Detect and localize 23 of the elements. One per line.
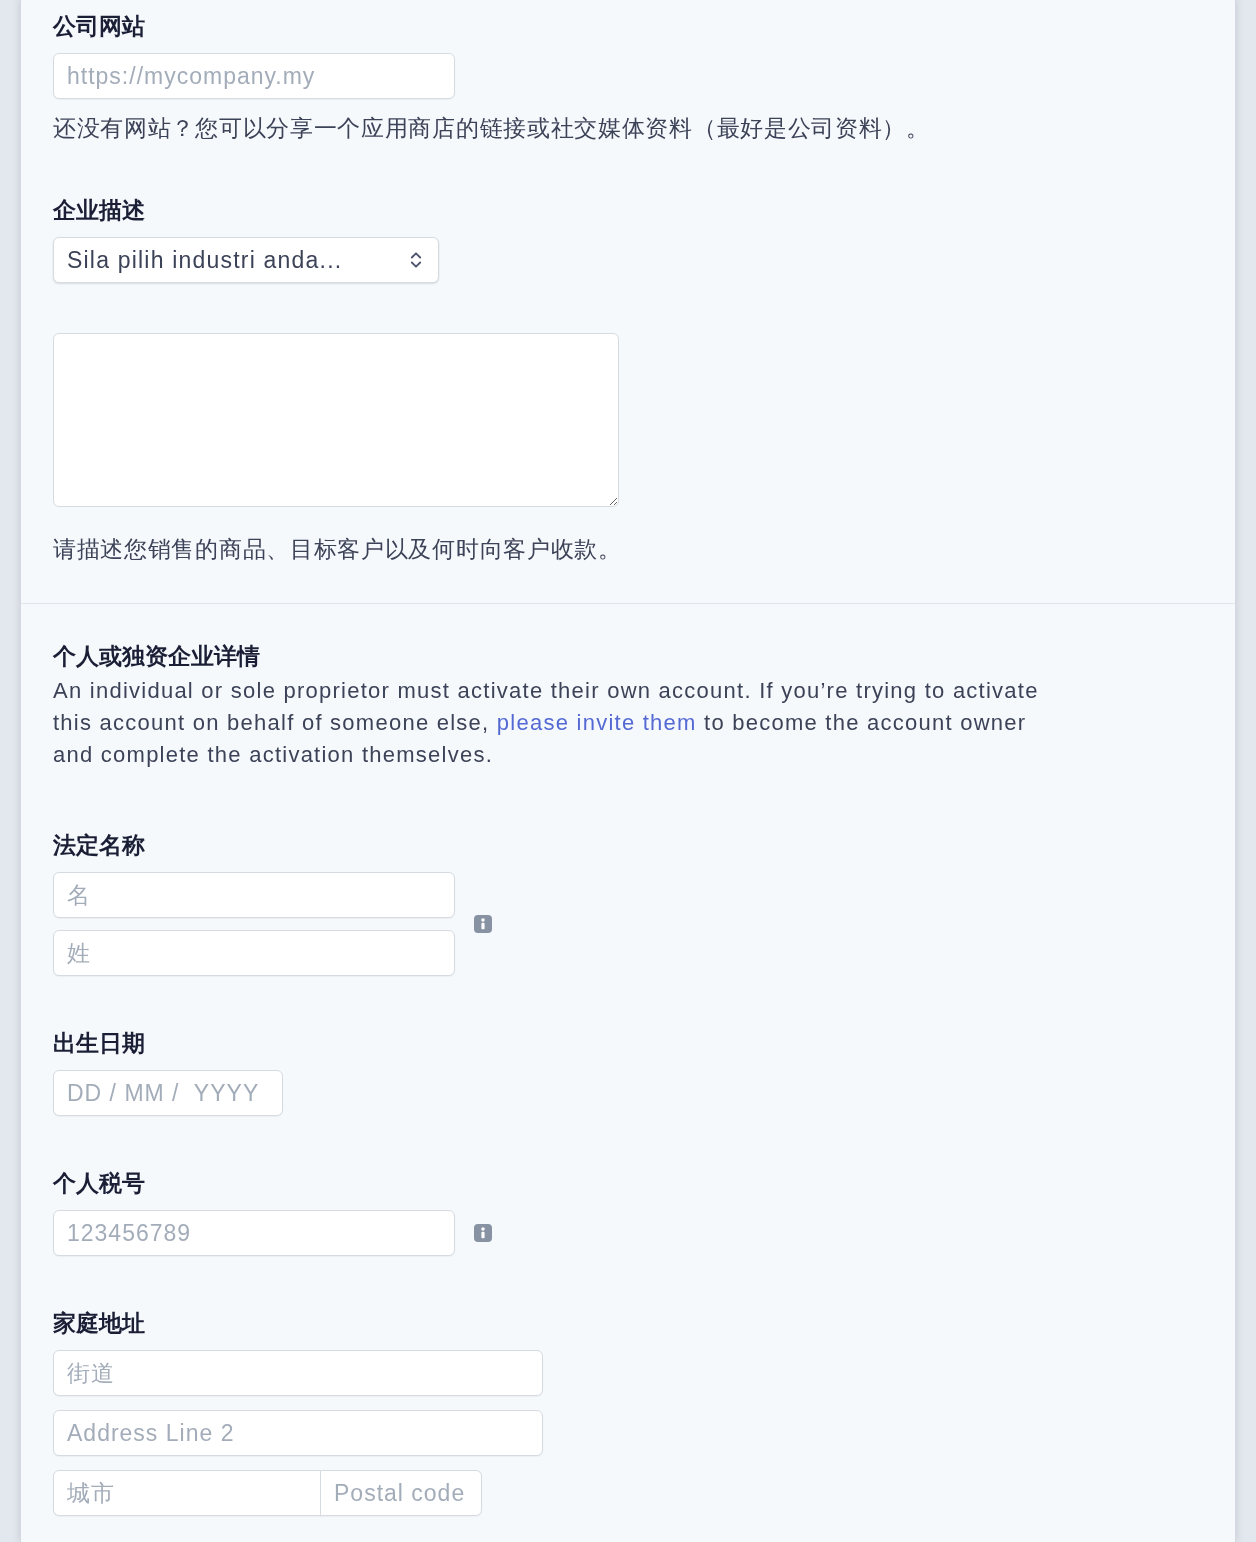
industry-select[interactable]: Sila pilih industri anda... [53,237,439,283]
website-input[interactable]: https://mycompany.my [53,53,455,99]
input-field[interactable]: Address Line 2 [53,1410,543,1456]
input-field[interactable]: 名 [53,872,455,918]
field-label: 公司网站 [53,12,145,40]
city-input[interactable]: 城市 [53,1470,321,1516]
input-field[interactable]: 123456789 [53,1210,455,1256]
help-text: 还没有网站？您可以分享一个应用商店的链接或社交媒体资料（最好是公司资料）。 [53,114,930,142]
input-field[interactable]: DD / MM / YYYY [53,1070,283,1116]
input-field[interactable]: 姓 [53,930,455,976]
section-description: An individual or sole proprietor must activate their own account. If you’re trying to activate this account on behalf of someone else, please invite them to become the account owner and complete the activation themselves. [53,677,1040,769]
help-text: 请描述您销售的商品、目标客户以及何时向客户收款。 [53,535,622,563]
info-icon[interactable] [474,915,492,933]
info-icon[interactable] [474,1224,492,1242]
section-heading: 个人或独资企业详情 [53,642,260,670]
field-label: 法定名称 [53,831,145,859]
field-label: 家庭地址 [53,1309,145,1337]
field-label: 企业描述 [53,196,145,224]
field-label: 出生日期 [53,1029,145,1057]
postal-code-input[interactable]: Postal code [320,1470,482,1516]
input-field[interactable]: 街道 [53,1350,543,1396]
field-label: 个人税号 [53,1169,145,1197]
invite-link[interactable]: please invite them [496,710,697,735]
